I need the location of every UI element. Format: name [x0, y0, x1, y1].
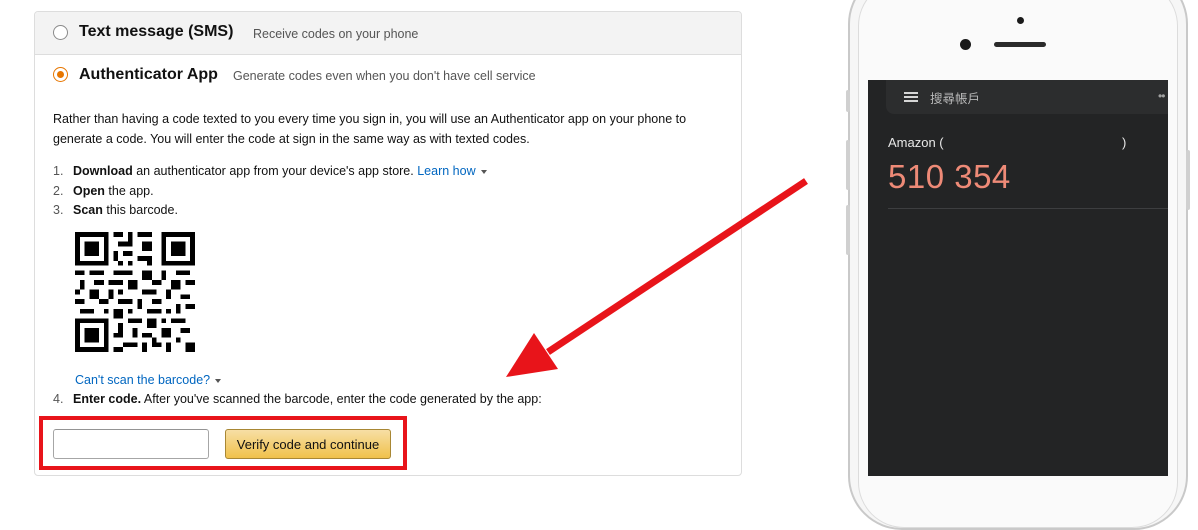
qr-code-barcode	[75, 232, 195, 352]
verify-code-button[interactable]: Verify code and continue	[225, 429, 391, 459]
step-download: 1. Download an authenticator app from you…	[53, 164, 487, 178]
volume-down-button	[846, 205, 850, 255]
account-name-close-paren: )	[1122, 135, 1127, 150]
earpiece-speaker-icon	[994, 42, 1046, 47]
step-bold: Scan	[73, 203, 103, 217]
list-divider	[888, 208, 1168, 209]
step-number: 3.	[53, 203, 64, 217]
step-bold: Download	[73, 164, 133, 178]
authenticator-radio-button[interactable]	[53, 67, 68, 82]
proximity-sensor-icon	[1017, 17, 1024, 24]
authenticator-app-screen: 搜尋帳戶 •• Amazon ( ) 510 354	[868, 80, 1168, 476]
step-enter-code: 4. Enter code. After you've scanned the b…	[53, 392, 542, 406]
power-button	[1186, 150, 1190, 210]
cant-scan-link-label[interactable]: Can't scan the barcode?	[75, 373, 210, 387]
cant-scan-barcode-link[interactable]: Can't scan the barcode?	[75, 373, 222, 387]
authenticator-option-title: Authenticator App	[79, 66, 218, 83]
step-text: an authenticator app from your device's …	[132, 164, 418, 178]
menu-icon[interactable]	[904, 92, 918, 102]
more-vert-icon[interactable]: ••	[1158, 89, 1165, 103]
step-scan: 3. Scan this barcode.	[53, 203, 178, 217]
sms-option-title: Text message (SMS)	[79, 23, 234, 40]
authenticator-instructions: Rather than having a code texted to you …	[53, 112, 687, 146]
learn-how-caret-icon[interactable]	[480, 169, 487, 174]
step-text: this barcode.	[102, 203, 178, 217]
sms-option-subtitle: Receive codes on your phone	[253, 27, 419, 41]
cant-scan-caret-icon[interactable]	[215, 378, 222, 383]
account-name: Amazon (	[888, 135, 944, 150]
learn-how-link[interactable]: Learn how	[417, 164, 475, 178]
step-number: 2.	[53, 184, 64, 198]
sms-radio-button[interactable]	[53, 25, 68, 40]
step-bold: Enter code.	[73, 392, 142, 406]
step-open: 2. Open the app.	[53, 184, 154, 198]
sms-option-row[interactable]: Text message (SMS) Receive codes on your…	[35, 12, 741, 55]
step-number: 1.	[53, 164, 64, 178]
front-camera-icon	[960, 39, 971, 50]
mute-switch	[846, 90, 850, 112]
otp-code[interactable]: 510 354	[888, 158, 1011, 196]
two-step-verification-panel: Text message (SMS) Receive codes on your…	[34, 11, 742, 476]
authenticator-option-subtitle: Generate codes even when you don't have …	[233, 69, 536, 83]
search-accounts-bar[interactable]: 搜尋帳戶 ••	[886, 80, 1168, 114]
step-text: After you've scanned the barcode, enter …	[141, 392, 542, 406]
verification-code-input[interactable]	[53, 429, 209, 459]
step-bold: Open	[73, 184, 105, 198]
volume-up-button	[846, 140, 850, 190]
step-number: 4.	[53, 392, 64, 406]
step-text: the app.	[104, 184, 154, 198]
search-accounts-label[interactable]: 搜尋帳戶	[930, 88, 980, 107]
